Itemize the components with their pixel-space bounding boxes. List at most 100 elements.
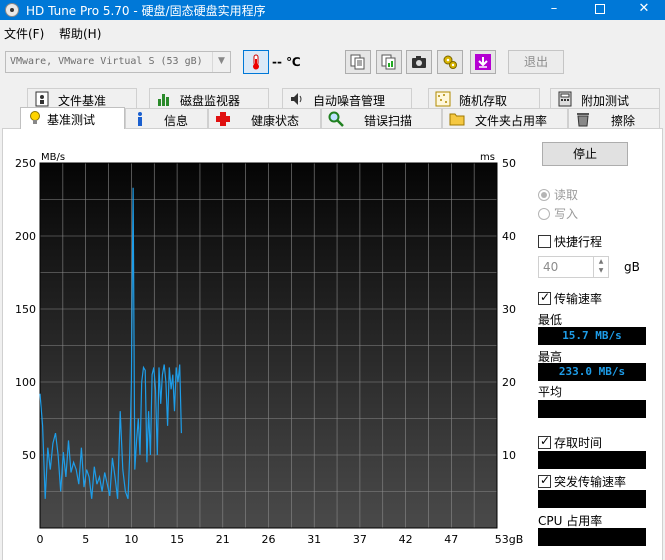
tab-folder-usage[interactable]: 文件夹占用率 (442, 108, 568, 128)
temperature-readout: -- ℃ (272, 55, 301, 69)
quick-stroke-checkbox[interactable]: 快捷行程 (538, 233, 602, 250)
options-button[interactable] (437, 50, 463, 74)
drive-select-value: VMware, VMware Virtual S (53 gB) (10, 56, 203, 67)
dots-grid-icon (435, 91, 451, 107)
x-tick-label: 21 (216, 533, 230, 546)
tab-file-benchmark[interactable]: 文件基准 (27, 88, 137, 108)
thermometer-icon (253, 54, 259, 70)
tab-noise-management[interactable]: 自动噪音管理 (282, 88, 412, 108)
gears-icon (443, 55, 457, 69)
file-benchmark-icon (35, 91, 49, 107)
copy-chart-icon (381, 54, 396, 70)
tab-health[interactable]: 健康状态 (208, 108, 321, 128)
y-tick-label: 250 (15, 157, 36, 170)
screenshot-button[interactable] (406, 50, 432, 74)
tab-info[interactable]: 信息 (125, 108, 208, 128)
download-icon (475, 54, 491, 70)
x-tick-label: 0 (37, 533, 44, 546)
x-tick-label: 5 (82, 533, 89, 546)
quick-stroke-stepper[interactable]: 40 ▲ ▼ (538, 256, 609, 278)
y-tick-label: 200 (15, 230, 36, 243)
checkbox-icon (538, 235, 551, 248)
app-icon (5, 3, 19, 17)
y-tick-label: 100 (15, 376, 36, 389)
tab-row-bottom: 基准测试 信息 健康状态 错误扫描 文件夹占用率 擦除 (2, 107, 663, 129)
stop-button[interactable]: 停止 (542, 142, 628, 166)
x-tick-label: 47 (444, 533, 458, 546)
chevron-down-icon: ▼ (212, 52, 230, 72)
y2-axis-label: ms (480, 152, 495, 163)
exit-button[interactable]: 退出 (508, 50, 564, 74)
tab-error-scan[interactable]: 错误扫描 (321, 108, 442, 128)
toolbar: VMware, VMware Virtual S (53 gB) ▼ -- ℃ (0, 44, 665, 80)
checkbox-checked-icon (538, 290, 551, 305)
x-tick-label: 42 (399, 533, 413, 546)
write-radio[interactable]: 写入 (538, 205, 578, 222)
y2-tick-label: 20 (502, 376, 516, 389)
x-tick-label: 53gB (495, 533, 524, 546)
transfer-rate-chart: 50 100 150 200 250 10 20 30 40 50 MB/s ms 0 5 10 15 21 26… (15, 152, 524, 546)
x-tick-label: 26 (262, 533, 276, 546)
copy-results-button[interactable] (376, 50, 402, 74)
transfer-rate-checkbox[interactable]: 传输速率 (538, 290, 602, 307)
checkbox-checked-icon (538, 434, 551, 449)
y2-tick-label: 50 (502, 157, 516, 170)
x-tick-label: 37 (353, 533, 367, 546)
tab-extra-tests[interactable]: 附加测试 (550, 88, 660, 108)
speaker-icon (291, 93, 302, 105)
y2-tick-label: 30 (502, 303, 516, 316)
burst-rate-checkbox[interactable]: 突发传输速率 (538, 473, 626, 490)
checkbox-checked-icon (538, 473, 551, 488)
close-button[interactable]: ✕ (621, 0, 665, 20)
menu-file[interactable]: 文件(F) (4, 25, 44, 42)
trash-icon (577, 113, 589, 127)
access-time-value (538, 451, 646, 469)
copy-text-button[interactable] (345, 50, 371, 74)
radio-dot-icon (538, 208, 550, 220)
burst-rate-value (538, 490, 646, 508)
maximize-button[interactable] (577, 0, 623, 20)
folder-icon (449, 113, 465, 126)
y-axis-label: MB/s (41, 152, 65, 163)
benchmark-controls: 停止 读取 写入 快捷行程 40 ▲▼ gB 传输速率 最低 15.7 MB/s… (530, 128, 665, 560)
max-value: 233.0 MB/s (538, 363, 646, 381)
y-tick-label: 50 (22, 449, 36, 462)
bar-chart-icon (158, 94, 169, 106)
read-radio[interactable]: 读取 (538, 186, 578, 203)
cpu-usage-value (538, 528, 646, 546)
magnifier-icon (328, 111, 344, 127)
x-tick-label: 31 (307, 533, 321, 546)
tab-disk-monitor[interactable]: 磁盘监视器 (149, 88, 269, 108)
menu-help[interactable]: 帮助(H) (59, 25, 101, 42)
tab-random-access[interactable]: 随机存取 (428, 88, 540, 108)
min-label: 最低 (538, 313, 563, 327)
avg-value (538, 400, 646, 418)
menu-bar: 文件(F) 帮助(H) (0, 22, 665, 42)
min-value: 15.7 MB/s (538, 327, 646, 345)
benchmark-chart-area: 50 100 150 200 250 10 20 30 40 50 MB/s ms 0 5 10 15 21 26… (0, 145, 530, 560)
y-tick-label: 150 (15, 303, 36, 316)
access-time-checkbox[interactable]: 存取时间 (538, 434, 602, 451)
temperature-button[interactable] (243, 50, 269, 74)
cpu-usage-label: CPU 占用率 (538, 514, 603, 528)
title-bar: HD Tune Pro 5.70 - 硬盘/固态硬盘实用程序 – ✕ (0, 0, 665, 20)
avg-label: 平均 (538, 385, 563, 399)
x-tick-label: 15 (170, 533, 184, 546)
lightbulb-icon (30, 111, 40, 124)
tab-benchmark[interactable]: 基准测试 (20, 107, 125, 129)
tab-erase[interactable]: 擦除 (568, 108, 660, 128)
drive-select[interactable]: VMware, VMware Virtual S (53 gB) ▼ (5, 51, 231, 73)
save-button[interactable] (470, 50, 496, 74)
info-icon (138, 112, 142, 126)
stepper-arrows-icon[interactable]: ▲ ▼ (593, 257, 608, 277)
y2-tick-label: 40 (502, 230, 516, 243)
camera-icon (412, 56, 426, 68)
maximize-icon (595, 4, 605, 14)
red-cross-icon (216, 112, 230, 126)
tab-row-top: 文件基准 磁盘监视器 自动噪音管理 随机存取 附加测试 (2, 88, 663, 108)
window-title: HD Tune Pro 5.70 - 硬盘/固态硬盘实用程序 (26, 4, 266, 18)
minimize-button[interactable]: – (531, 0, 577, 20)
radio-dot-icon (538, 189, 550, 201)
copy-icon (350, 54, 365, 70)
x-tick-label: 10 (124, 533, 138, 546)
